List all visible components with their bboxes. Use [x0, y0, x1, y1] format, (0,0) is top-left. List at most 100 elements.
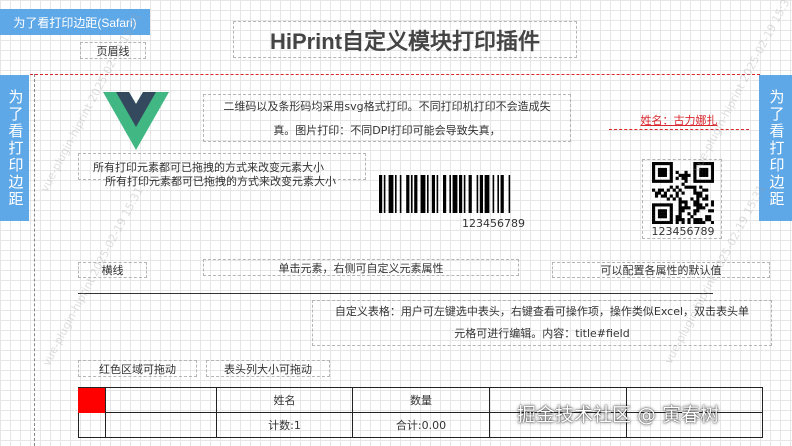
horizontal-line[interactable]: [78, 293, 713, 294]
qrcode-module: [693, 191, 697, 195]
qrcode-module: [693, 185, 697, 189]
barcode-bar: [449, 175, 451, 213]
qrcode-module: [699, 218, 703, 222]
qrcode-module: [693, 218, 697, 222]
qrcode-module: [666, 203, 670, 207]
qrcode-module: [660, 179, 665, 183]
qrcode-module: [702, 221, 706, 224]
qrcode-module: [669, 215, 673, 219]
qrcode-module: [702, 179, 706, 183]
qrcode-module: [711, 167, 714, 172]
barcode-bar: [395, 175, 397, 213]
qrcode-module: [678, 212, 682, 216]
qrcode-module: [675, 170, 679, 175]
qrcode-module: [681, 173, 685, 177]
qrcode-module: [652, 162, 656, 166]
barcode-bar: [436, 175, 439, 213]
qrcode-module: [657, 173, 662, 177]
table-header-cell[interactable]: [105, 387, 217, 413]
qrcode-module: [711, 164, 714, 169]
qrcode-module: [696, 194, 700, 198]
qrcode-module: [702, 173, 706, 177]
barcode-bar: [388, 175, 394, 213]
qrcode-module: [696, 203, 700, 207]
qrcode-module: [675, 218, 679, 222]
barcode-bar: [484, 175, 490, 213]
qrcode-module: [669, 221, 673, 224]
qrcode-module: [669, 212, 673, 216]
qrcode-module: [669, 164, 673, 169]
qrcode-module: [652, 188, 656, 192]
barcode-bar: [399, 175, 402, 213]
qrcode-module: [654, 203, 659, 207]
qrcode-module: [681, 221, 685, 224]
qrcode-module: [666, 197, 670, 201]
default-values-note[interactable]: 可以配置各属性的默认值: [552, 262, 770, 278]
click-element-note[interactable]: 单击元素，右侧可自定义元素属性: [203, 259, 519, 276]
vue-logo-image[interactable]: [103, 92, 169, 150]
qrcode-module: [663, 215, 667, 219]
qrcode-module: [678, 215, 682, 219]
qrcode-module: [705, 203, 709, 207]
qrcode-module: [696, 209, 700, 213]
qrcode-module: [663, 167, 667, 172]
footer-watermark: 掘金技术社区 @ 寅春树: [517, 404, 720, 426]
table-header-cell[interactable]: 数量: [352, 387, 490, 413]
barcode-bar: [452, 175, 458, 213]
qrcode-module: [652, 221, 656, 224]
qrcode-module: [657, 188, 662, 192]
barcode-bar: [411, 175, 413, 213]
qrcode-module: [681, 206, 685, 210]
barcode-image[interactable]: 123456789: [377, 175, 610, 230]
page-left-boundary: [34, 74, 35, 446]
qrcode-module: [711, 179, 714, 183]
qrcode-module: [684, 185, 688, 189]
qrcode-module: [663, 203, 667, 207]
qrcode-module: [678, 218, 682, 222]
qrcode-module: [654, 221, 659, 224]
qrcode-module: [699, 194, 703, 198]
qrcode-module: [711, 221, 714, 224]
table-header-cell[interactable]: 姓名: [216, 387, 353, 413]
qrcode-module: [711, 170, 714, 175]
page-title[interactable]: HiPrint自定义模块打印插件: [233, 21, 577, 58]
qrcode-module: [669, 173, 673, 177]
qrcode-module: [660, 215, 665, 219]
qrcode-module: [684, 170, 688, 175]
qrcode-module: [705, 188, 709, 192]
qrcode-module: [652, 167, 656, 172]
vue-logo-icon: [103, 92, 169, 150]
qrcode-module: [660, 212, 665, 216]
qrcode-module: [711, 203, 714, 207]
print-margin-tab-right: 为了看打印边距: [759, 75, 792, 221]
qrcode-module: [708, 179, 712, 183]
qrcode-module: [684, 179, 688, 183]
qrcode-module: [681, 218, 685, 222]
qrcode-number: 123456789: [651, 225, 715, 238]
qrcode-image[interactable]: 123456789: [642, 159, 722, 239]
qrcode-module: [702, 188, 706, 192]
qrcode-module: [660, 173, 665, 177]
red-area-draggable-note[interactable]: 红色区域可拖动: [78, 360, 197, 377]
barcode-bar: [497, 175, 499, 213]
table-drag-handle[interactable]: [78, 388, 105, 413]
qrcode-module: [678, 197, 682, 201]
qrcode-module: [690, 197, 694, 201]
qrcode-module: [663, 191, 667, 195]
qrcode-module: [657, 203, 662, 207]
header-resize-note[interactable]: 表头列大小可拖动: [206, 360, 330, 377]
barcode-bar: [463, 175, 466, 213]
qrcode-module: [699, 206, 703, 210]
qrcode-module: [696, 179, 700, 183]
qrcode-module: [652, 212, 656, 216]
qrcode-module: [711, 176, 714, 180]
qrcode-module: [681, 191, 685, 195]
barcode-bar: [420, 175, 426, 213]
page-header-divider: [30, 74, 760, 75]
qrcode-module: [705, 218, 709, 222]
svg-print-note[interactable]: 二维码以及条形码均采用svg格式打印。不同打印机打印不会造成失 真。图片打印：不…: [203, 94, 571, 142]
drag-resize-note-1[interactable]: 所有打印元素都可已拖拽的方式来改变元素大小 所有打印元素都可已拖拽的方式来改变元…: [78, 153, 366, 188]
qrcode-module: [687, 173, 691, 177]
qrcode-module: [690, 215, 694, 219]
qrcode-module: [666, 221, 670, 224]
